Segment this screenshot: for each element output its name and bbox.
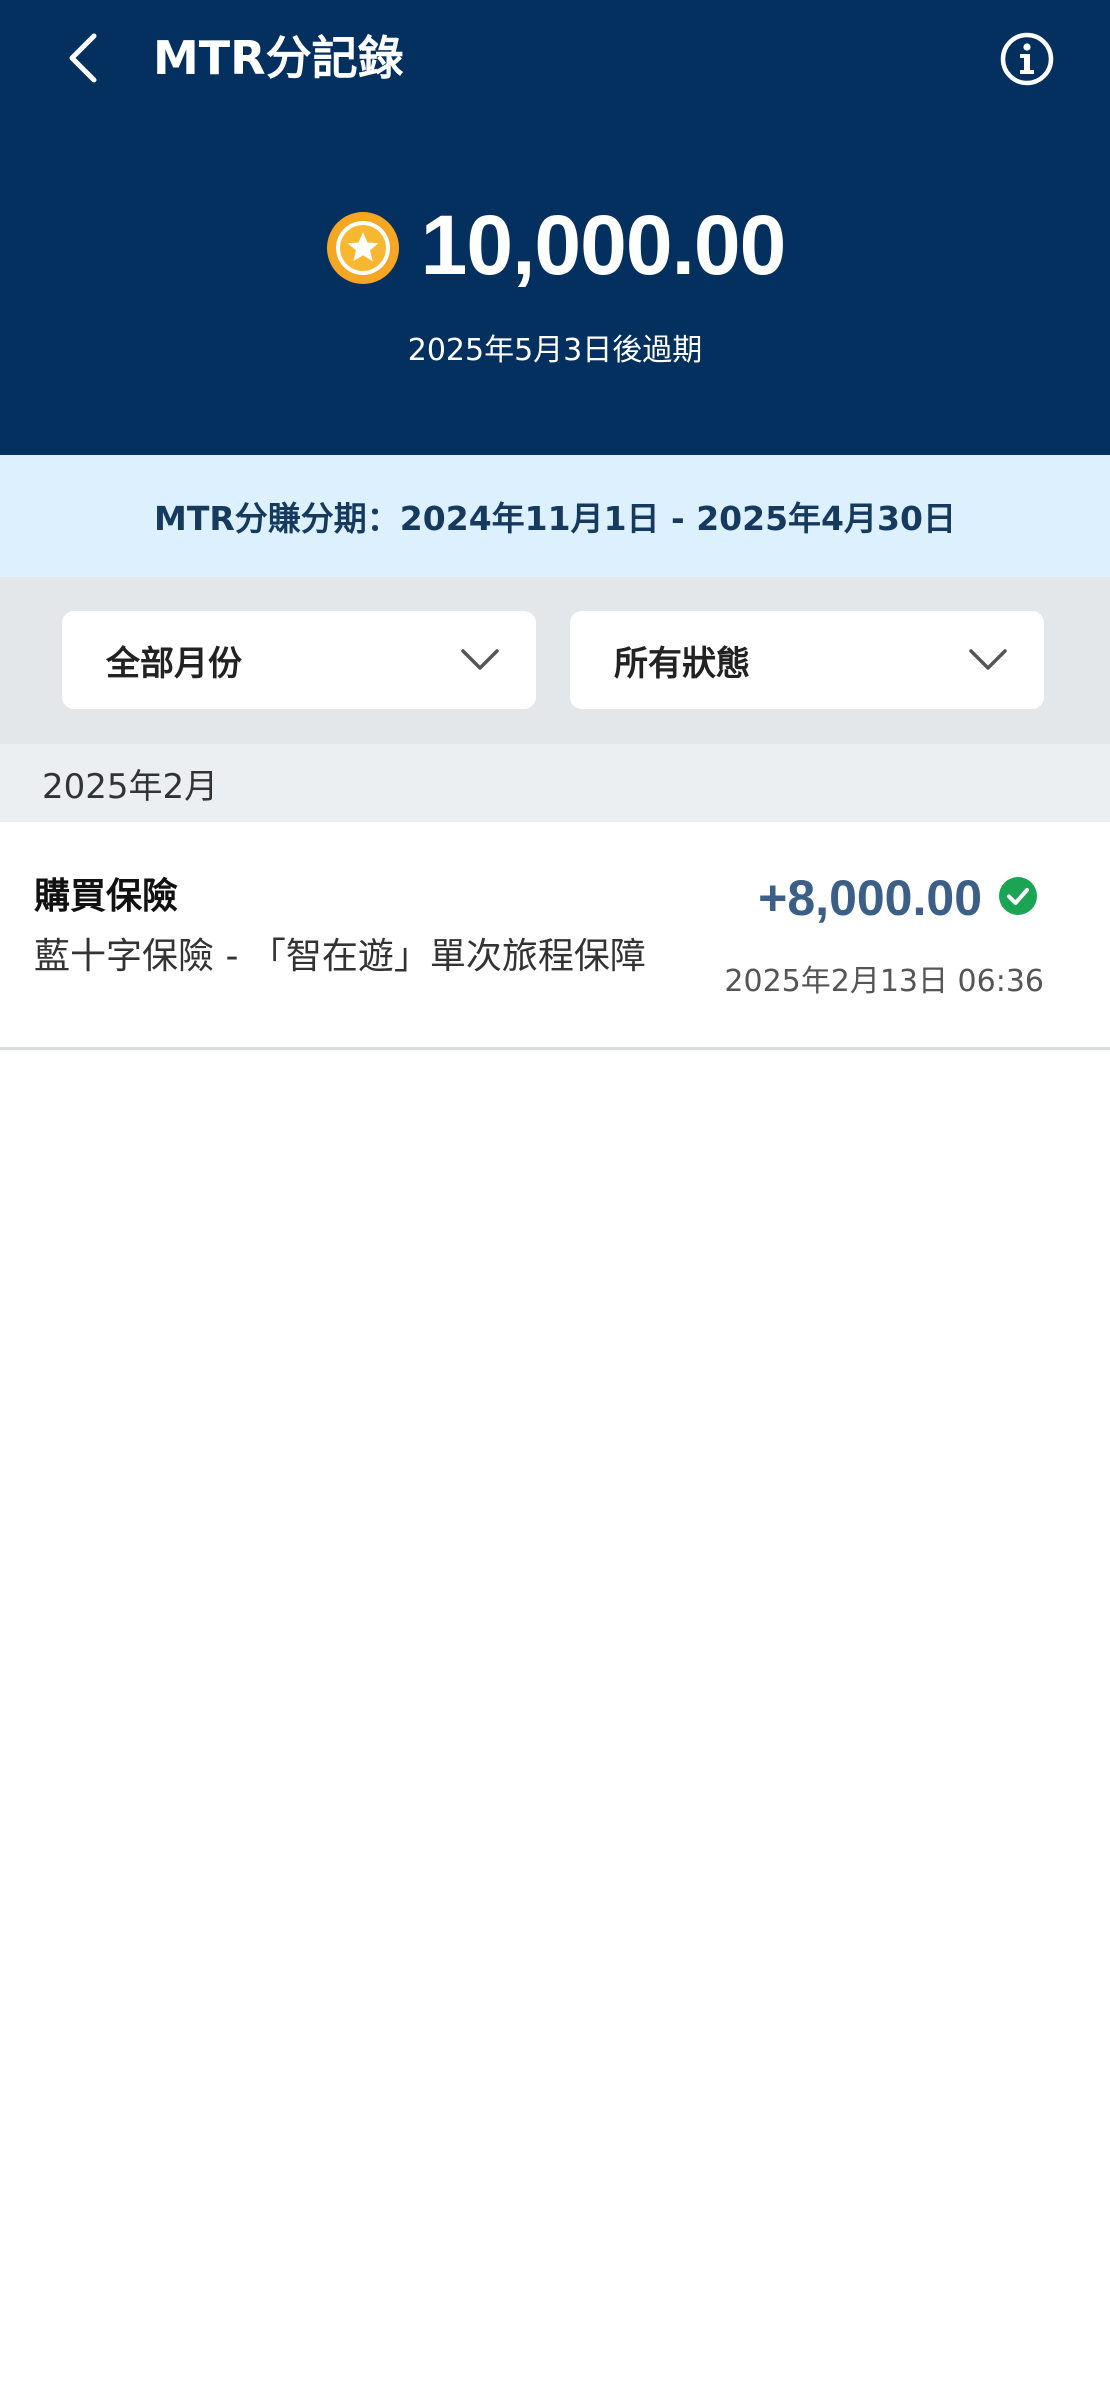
chevron-left-icon	[69, 33, 97, 83]
app-header: MTR分記錄 10,000.00 2025年5月3日後過期	[0, 0, 1110, 455]
record-description: 藍十字保險 - 「智在遊」單次旅程保障	[34, 936, 646, 977]
record-timestamp: 2025年2月13日 06:36	[724, 964, 1044, 999]
earning-period-text: MTR分賺分期：2024年11月1日 - 2025年4月30日	[154, 499, 956, 538]
list-item[interactable]: 購買保險 藍十字保險 - 「智在遊」單次旅程保障 +8,000.00 2025年…	[0, 822, 1110, 1050]
points-balance-value: 10,000.00	[420, 198, 787, 292]
points-expiry-text: 2025年5月3日後過期	[407, 333, 703, 368]
month-filter-label: 全部月份	[106, 643, 242, 684]
info-icon	[1000, 32, 1054, 86]
info-button[interactable]	[996, 28, 1058, 90]
month-filter-dropdown[interactable]: 全部月份	[62, 611, 536, 709]
chevron-down-icon	[969, 649, 1007, 670]
earning-period-banner: MTR分賺分期：2024年11月1日 - 2025年4月30日	[0, 455, 1110, 577]
page-title: MTR分記錄	[153, 31, 404, 85]
status-filter-dropdown[interactable]: 所有狀態	[570, 611, 1044, 709]
back-button[interactable]	[48, 22, 118, 94]
month-section-header: 2025年2月	[0, 744, 1110, 822]
record-amount: +8,000.00	[758, 870, 982, 926]
chevron-down-icon	[461, 649, 499, 670]
status-filter-label: 所有狀態	[614, 643, 750, 684]
filter-bar: 全部月份 所有狀態	[0, 577, 1110, 744]
month-section-label: 2025年2月	[42, 766, 219, 807]
record-type: 購買保險	[34, 876, 179, 917]
check-circle-icon	[999, 877, 1037, 915]
points-balance: 10,000.00	[0, 190, 1110, 300]
star-coin-icon	[326, 212, 399, 284]
